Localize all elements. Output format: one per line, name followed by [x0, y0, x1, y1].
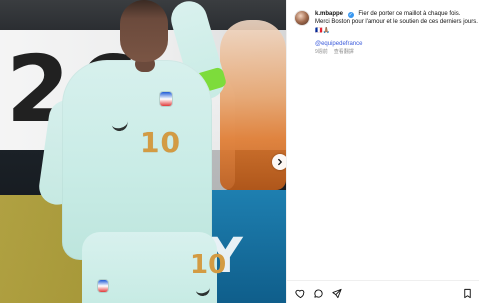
- post-actions: [295, 287, 473, 299]
- caption-block: k.mbappe ✓ Fier de porter ce maillot à c…: [315, 10, 478, 35]
- caption-header: k.mbappe ✓ Fier de porter ce maillot à c…: [295, 10, 478, 35]
- like-button[interactable]: [295, 288, 306, 299]
- chevron-right-icon: [278, 158, 282, 166]
- instagram-post-window: 26 Y 10 10 k.mbappe: [0, 0, 479, 303]
- bookmark-icon: [464, 288, 471, 298]
- divider: [287, 280, 479, 281]
- post-media[interactable]: 26 Y 10 10: [0, 0, 286, 303]
- caption-emoji: 🇫🇷🙏🏽: [315, 28, 330, 34]
- comment-icon: [314, 288, 323, 298]
- send-icon: [332, 288, 342, 298]
- heart-icon: [295, 289, 305, 298]
- caption-line-1: k.mbappe ✓ Fier de porter ce maillot à c…: [315, 10, 473, 18]
- avatar[interactable]: [295, 11, 309, 25]
- player-shirt: [62, 60, 212, 260]
- caption-text-1: Fier de porter ce maillot à chaque fois.: [358, 11, 461, 17]
- comment-button[interactable]: [313, 288, 324, 299]
- see-translation-link[interactable]: 查看翻譯: [334, 49, 354, 56]
- shirt-number: 10: [140, 126, 181, 159]
- post-time: 9週前: [315, 49, 328, 55]
- shorts-number: 10: [190, 250, 227, 280]
- caption-meta: 9週前 查看翻譯: [315, 49, 354, 56]
- caption-line-2: Merci Boston pour l'amour et le soutien …: [315, 19, 478, 25]
- mention-link[interactable]: @equipedefrance: [315, 40, 362, 48]
- next-image-button[interactable]: [272, 154, 286, 170]
- france-crest-icon-shorts: [98, 280, 108, 292]
- player-head: [120, 0, 168, 62]
- username[interactable]: k.mbappe: [315, 11, 343, 17]
- post-side-panel: k.mbappe ✓ Fier de porter ce maillot à c…: [286, 0, 479, 303]
- france-crest-icon: [160, 92, 172, 106]
- save-button[interactable]: [462, 288, 473, 299]
- share-button[interactable]: [331, 288, 342, 299]
